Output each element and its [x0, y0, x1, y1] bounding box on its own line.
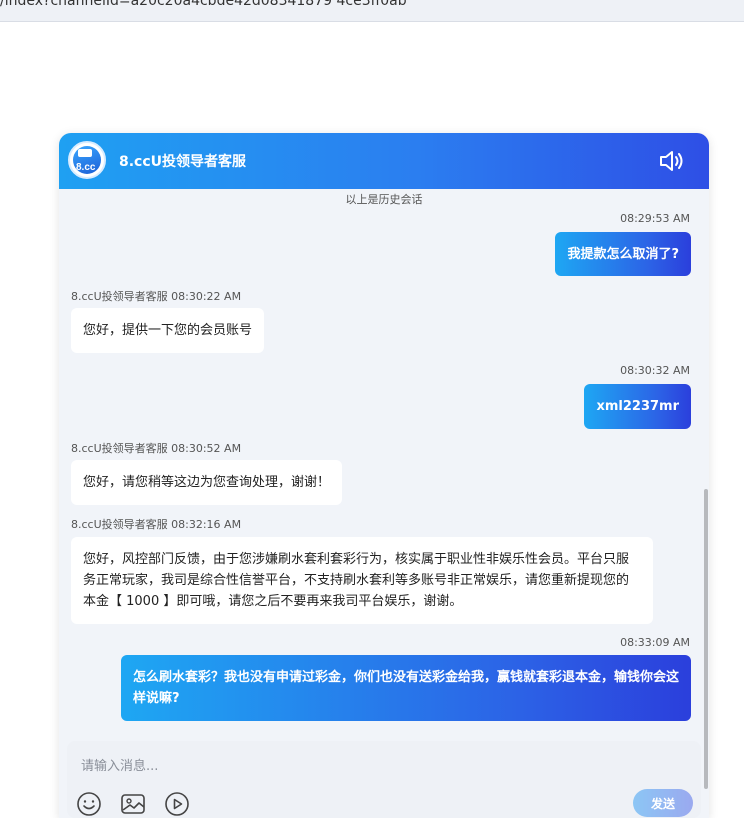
- scrollbar[interactable]: [704, 489, 708, 789]
- outgoing-message: xml2237mr: [584, 384, 691, 429]
- speaker-icon[interactable]: [659, 149, 685, 173]
- message-meta: 8.ccU投领导者客服 08:30:52 AM: [71, 442, 242, 455]
- history-divider: 以上是历史会话: [345, 193, 423, 206]
- video-icon[interactable]: [164, 791, 190, 817]
- message-meta: 8.ccU投领导者客服 08:32:16 AM: [71, 518, 242, 531]
- message-composer: 发送: [67, 741, 701, 818]
- chat-header: 8.cc 8.ccU投领导者客服: [59, 133, 709, 189]
- image-icon[interactable]: [120, 791, 146, 817]
- message-meta: 8.ccU投领导者客服 08:30:22 AM: [71, 290, 242, 303]
- url-text: /index?channelId=a20c20a4cbde42d08341879…: [0, 0, 407, 9]
- incoming-message: 您好，请您稍等这边为您查询处理，谢谢！: [71, 460, 343, 505]
- message-time: 08:33:09 AM: [620, 636, 690, 649]
- chat-window: 8.cc 8.ccU投领导者客服 以上是历史会话 08:29:53 AM 我提款…: [59, 133, 709, 818]
- message-input[interactable]: [81, 756, 561, 776]
- incoming-message: 您好，提供一下您的会员账号: [71, 308, 265, 353]
- incoming-message: 您好，风控部门反馈，由于您涉嫌刷水套利套彩行为，核实属于职业性非娱乐性会员。平台…: [71, 537, 653, 624]
- avatar: 8.cc: [68, 141, 106, 179]
- chat-title: 8.ccU投领导者客服: [119, 154, 247, 170]
- avatar-logo-text: 8.cc: [76, 162, 96, 173]
- message-time: 08:30:32 AM: [620, 364, 690, 377]
- message-list[interactable]: 以上是历史会话 08:29:53 AM 我提款怎么取消了? 8.ccU投领导者客…: [59, 189, 709, 789]
- message-time: 08:29:53 AM: [620, 212, 690, 225]
- outgoing-message: 怎么刷水套彩？我也没有申请过彩金，你们也没有送彩金给我，赢钱就套彩退本金，输钱你…: [121, 655, 691, 721]
- browser-address-bar[interactable]: /index?channelId=a20c20a4cbde42d08341879…: [0, 0, 744, 22]
- send-button[interactable]: 发送: [633, 789, 693, 817]
- emoji-icon[interactable]: [76, 791, 102, 817]
- outgoing-message: 我提款怎么取消了?: [555, 232, 691, 276]
